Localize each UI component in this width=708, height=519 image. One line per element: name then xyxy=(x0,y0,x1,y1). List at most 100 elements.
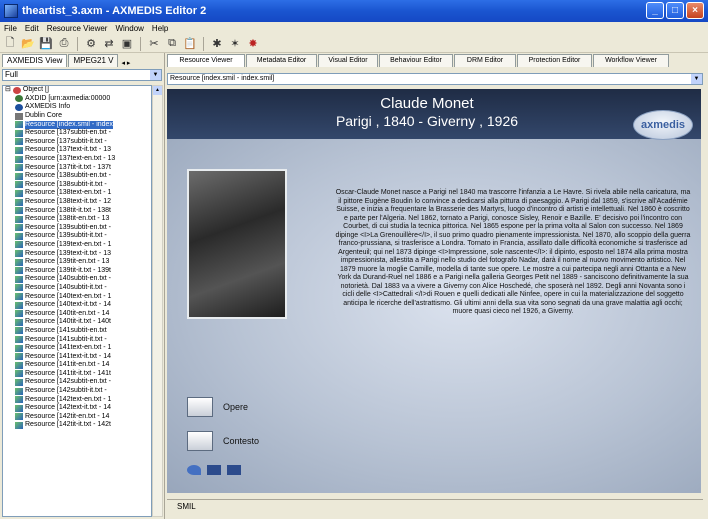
tab-metadata-editor[interactable]: Metadata Editor xyxy=(246,54,317,67)
tree-item[interactable]: Resource [141tit-it.txt - 141t xyxy=(3,370,151,379)
tab-visual-editor[interactable]: Visual Editor xyxy=(318,54,378,67)
copy-icon[interactable]: ⧉ xyxy=(165,37,179,51)
tab-workflow-viewer[interactable]: Workflow Viewer xyxy=(593,54,669,67)
res-icon xyxy=(15,353,23,361)
toolbar-separator xyxy=(77,36,78,51)
link-icon[interactable] xyxy=(187,465,201,475)
tree-item[interactable]: Resource [140subtit-en.txt - xyxy=(3,275,151,284)
tree-item[interactable]: Resource [138text-it.txt - 12 xyxy=(3,198,151,207)
res-icon xyxy=(15,189,23,197)
export-icon[interactable]: ⇄ xyxy=(102,37,116,51)
res-icon xyxy=(15,370,23,378)
tab-resource-viewer[interactable]: Resource Viewer xyxy=(167,54,245,67)
tree-scrollbar[interactable]: ▲ xyxy=(152,85,163,517)
tree-item[interactable]: ⊟ Object [] xyxy=(3,86,151,95)
minimize-button[interactable]: _ xyxy=(646,2,664,19)
tool-icon[interactable]: ✶ xyxy=(228,37,242,51)
tree-item[interactable]: Resource [index.smil - index xyxy=(3,120,151,129)
tree-item-label: Resource [140text-en.txt - 1 xyxy=(25,292,112,300)
tree-item-label: Resource [137text-en.txt - 13 xyxy=(25,155,116,163)
tree-item[interactable]: Resource [137tit-it.txt - 137t xyxy=(3,163,151,172)
tree-item[interactable]: Resource [142tit-it.txt - 142t xyxy=(3,421,151,430)
tree-item[interactable]: Resource [141text-en.txt - 1 xyxy=(3,344,151,353)
props-icon[interactable]: ⚙ xyxy=(84,37,98,51)
tree-item[interactable]: AXMEDIS Info xyxy=(3,103,151,112)
collapse-icon[interactable]: ⊟ xyxy=(5,86,11,94)
tree-item[interactable]: Resource [137text-en.txt - 13 xyxy=(3,155,151,164)
maximize-button[interactable]: □ xyxy=(666,2,684,19)
tab-protection-editor[interactable]: Protection Editor xyxy=(517,54,592,67)
tree-item[interactable]: Resource [140tit-en.txt - 14 xyxy=(3,309,151,318)
menu-file[interactable]: File xyxy=(4,24,17,33)
contesto-icon[interactable] xyxy=(187,431,213,451)
menu-edit[interactable]: Edit xyxy=(25,24,39,33)
menu-resource-viewer[interactable]: Resource Viewer xyxy=(47,24,108,33)
tree-item[interactable]: Resource [137text-it.txt - 13 xyxy=(3,146,151,155)
tab-scroll-arrows[interactable]: ◂ ▸ xyxy=(121,59,130,67)
cut-icon[interactable]: ✂ xyxy=(147,37,161,51)
tree-item[interactable]: Resource [138tit-it.txt - 138t xyxy=(3,206,151,215)
tree-item[interactable]: Resource [138subtit-en.txt - xyxy=(3,172,151,181)
res-icon xyxy=(15,413,23,421)
tree-item[interactable]: Resource [139subtit-it.txt - xyxy=(3,232,151,241)
tree-item[interactable]: Resource [139text-it.txt - 13 xyxy=(3,249,151,258)
close-button[interactable]: × xyxy=(686,2,704,19)
nav-opere-label[interactable]: Opere xyxy=(223,402,248,412)
tree-item[interactable]: Resource [142subtit-en.txt - xyxy=(3,378,151,387)
tree-item[interactable]: Resource [139text-en.txt - 1 xyxy=(3,241,151,250)
tree-item[interactable]: Resource [140subtit-it.txt - xyxy=(3,284,151,293)
tree-item[interactable]: Resource [139tit-it.txt - 139t xyxy=(3,266,151,275)
grid-icon[interactable] xyxy=(207,465,221,475)
open-icon[interactable]: 📂 xyxy=(21,37,35,51)
tree-item-label: Resource [index.smil - index xyxy=(25,120,113,129)
tree-item[interactable]: Resource [141text-it.txt - 14 xyxy=(3,352,151,361)
tool2-icon[interactable]: ✸ xyxy=(246,37,260,51)
nav-contesto[interactable]: Contesto xyxy=(187,431,259,451)
tree-item[interactable]: Resource [140text-it.txt - 14 xyxy=(3,301,151,310)
tree-item-label: Resource [140subtit-en.txt - xyxy=(25,275,111,283)
tree-item[interactable]: Resource [137subtit-it.txt - xyxy=(3,138,151,147)
tree-item[interactable]: Dublin Core xyxy=(3,112,151,121)
tree-item[interactable]: Resource [140tit-it.txt - 140t xyxy=(3,318,151,327)
menu-help[interactable]: Help xyxy=(152,24,168,33)
resource-select[interactable]: Resource [index.smil - index.smil] ▼ xyxy=(167,73,703,85)
tab-behaviour-editor[interactable]: Behaviour Editor xyxy=(379,54,453,67)
tree-item[interactable]: Resource [141subtit-en.txt xyxy=(3,327,151,336)
view-filter-select[interactable]: Full ▼ xyxy=(2,69,162,81)
tree-item[interactable]: Resource [140text-en.txt - 1 xyxy=(3,292,151,301)
tree-item[interactable]: AXDID [urn:axmedia:00000 xyxy=(3,95,151,104)
save-icon[interactable]: 💾 xyxy=(39,37,53,51)
opere-icon[interactable] xyxy=(187,397,213,417)
chevron-down-icon[interactable]: ▼ xyxy=(150,70,161,80)
menu-window[interactable]: Window xyxy=(115,24,143,33)
menu-bar: File Edit Resource Viewer Window Help xyxy=(0,22,708,35)
tree-item[interactable]: Resource [142text-en.txt - 1 xyxy=(3,395,151,404)
tab-mpeg21-view[interactable]: MPEG21 V xyxy=(68,54,119,67)
nav-opere[interactable]: Opere xyxy=(187,397,248,417)
new-icon[interactable]: 🗋 xyxy=(3,37,17,51)
target-icon[interactable]: ✱ xyxy=(210,37,224,51)
tree-item-label: Resource [139text-it.txt - 13 xyxy=(25,249,111,257)
scroll-up-icon[interactable]: ▲ xyxy=(153,86,162,95)
tab-axmedis-view[interactable]: AXMEDIS View xyxy=(2,54,68,67)
window-icon[interactable]: ▣ xyxy=(120,37,134,51)
print-icon[interactable]: ⎙ xyxy=(57,37,71,51)
tree-item[interactable]: Resource [138text-en.txt - 1 xyxy=(3,189,151,198)
nav-contesto-label[interactable]: Contesto xyxy=(223,436,259,446)
tree-item[interactable]: Resource [137subtit-en.txt - xyxy=(3,129,151,138)
chevron-down-icon[interactable]: ▼ xyxy=(691,74,702,84)
tree-item[interactable]: Resource [138subtit-it.txt - xyxy=(3,181,151,190)
tree-item[interactable]: Resource [139subtit-en.txt - xyxy=(3,224,151,233)
tree-item[interactable]: Resource [142text-it.txt - 14 xyxy=(3,404,151,413)
tree-item[interactable]: Resource [142subtit-it.txt - xyxy=(3,387,151,396)
tree-item[interactable]: Resource [141subtit-it.txt - xyxy=(3,335,151,344)
tree-item[interactable]: Resource [142tit-en.txt - 14 xyxy=(3,413,151,422)
tree-item-label: Resource [137subtit-it.txt - xyxy=(25,137,107,145)
object-tree[interactable]: ⊟ Object [] AXDID [urn:axmedia:00000 AXMEDI… xyxy=(2,85,152,517)
tree-item[interactable]: Resource [138tit-en.txt - 13 xyxy=(3,215,151,224)
flag-icon[interactable] xyxy=(227,465,241,475)
paste-icon[interactable]: 📋 xyxy=(183,37,197,51)
tree-item[interactable]: Resource [141tit-en.txt - 14 xyxy=(3,361,151,370)
tree-item[interactable]: Resource [139tit-en.txt - 13 xyxy=(3,258,151,267)
tab-drm-editor[interactable]: DRM Editor xyxy=(454,54,516,67)
